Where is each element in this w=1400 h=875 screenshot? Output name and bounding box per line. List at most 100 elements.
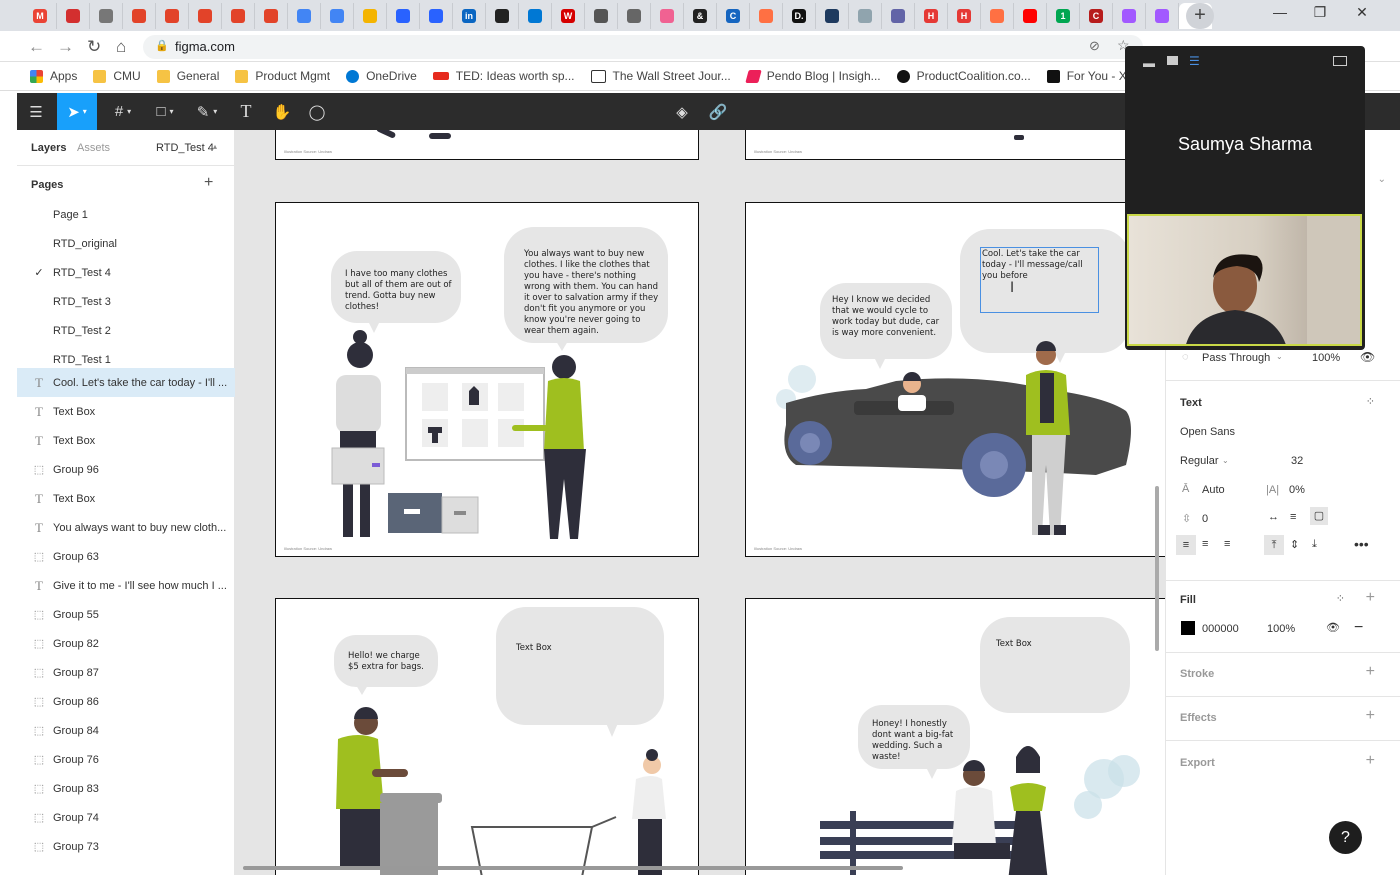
page-item[interactable]: ✓ RTD_Test 4 — [17, 258, 235, 287]
bookmark-wsj[interactable]: The Wall Street Jour... — [590, 69, 731, 83]
bookmark-productcoalition[interactable]: ProductCoalition.co... — [896, 69, 1031, 83]
browser-tab[interactable]: C — [717, 3, 750, 29]
restore-icon[interactable]: ❐ — [1300, 4, 1340, 21]
chevron-down-icon[interactable]: ⌄ — [1222, 456, 1229, 465]
page-item[interactable]: RTD_Test 2 — [17, 316, 235, 345]
bookmark-cmu[interactable]: CMU — [93, 69, 141, 83]
chevron-down-icon[interactable]: ⌄ — [1276, 352, 1283, 361]
layer-item[interactable]: T Text Box — [17, 484, 235, 513]
pen-tool-icon[interactable]: ✎ ▾ — [187, 93, 227, 130]
frame-bags[interactable]: Hello! we charge $5 extra for bags. Text… — [275, 598, 699, 875]
align-bottom-icon[interactable]: ⤓ — [1312, 538, 1317, 551]
new-tab-button[interactable]: + — [1186, 3, 1214, 29]
layer-item[interactable]: ⬚ Group 83 — [17, 774, 235, 803]
browser-tab[interactable] — [882, 3, 915, 29]
fill-color-swatch[interactable] — [1181, 621, 1195, 635]
layer-item[interactable]: ⬚ Group 55 — [17, 600, 235, 629]
page-item[interactable]: Page 1 — [17, 200, 235, 229]
layout-icon[interactable]: ☰ — [1189, 54, 1200, 68]
canvas[interactable]: Illustration Source: Undraw Illustration… — [235, 130, 1165, 875]
canvas-horizontal-scrollbar[interactable] — [243, 866, 903, 870]
home-icon[interactable]: ⌂ — [116, 37, 126, 57]
fill-visibility-eye-icon[interactable]: 👁 — [1326, 621, 1340, 634]
layer-item[interactable]: ⬚ Group 63 — [17, 542, 235, 571]
bookmark-apps[interactable]: Apps — [30, 69, 77, 83]
browser-tab[interactable] — [618, 3, 651, 29]
browser-tab[interactable] — [288, 3, 321, 29]
fill-opacity-input[interactable]: 100% — [1267, 623, 1295, 635]
tab-layers[interactable]: Layers — [31, 142, 66, 154]
layer-item[interactable]: ⬚ Group 82 — [17, 629, 235, 658]
browser-tab[interactable] — [519, 3, 552, 29]
font-weight-dropdown[interactable]: Regular — [1180, 455, 1219, 467]
browser-tab[interactable] — [189, 3, 222, 29]
browser-tab[interactable]: in — [453, 3, 486, 29]
move-tool-icon[interactable]: ➤ ▾ — [57, 93, 97, 130]
minimize-icon[interactable]: — — [1260, 4, 1300, 20]
browser-tab[interactable] — [585, 3, 618, 29]
expand-video-icon[interactable] — [1333, 56, 1347, 66]
browser-tab[interactable]: D. — [783, 3, 816, 29]
layer-item[interactable]: T Give it to me - I'll see how much I ... — [17, 571, 235, 600]
font-family-dropdown[interactable]: Open Sans — [1180, 426, 1235, 438]
page-item[interactable]: RTD_Test 3 — [17, 287, 235, 316]
browser-tab[interactable] — [420, 3, 453, 29]
layer-item[interactable]: ⬚ Group 76 — [17, 745, 235, 774]
browser-tab[interactable] — [651, 3, 684, 29]
browser-tab[interactable] — [750, 3, 783, 29]
browser-tab[interactable] — [486, 3, 519, 29]
bookmark-product-mgmt[interactable]: Product Mgmt — [235, 69, 330, 83]
blend-mode-dropdown[interactable]: Pass Through — [1202, 352, 1270, 364]
video-call-overlay[interactable]: ▬ ☰ Saumya Sharma — [1125, 46, 1365, 350]
bookmark-onedrive[interactable]: OneDrive — [346, 69, 417, 83]
frame-top-left[interactable]: Illustration Source: Undraw — [275, 130, 699, 160]
bookmark-ted[interactable]: TED: Ideas worth sp... — [432, 69, 575, 83]
add-export-icon[interactable]: + — [1366, 752, 1375, 770]
visibility-eye-icon[interactable]: 👁 — [1360, 350, 1375, 364]
help-button[interactable]: ? — [1329, 821, 1362, 854]
chevron-down-icon[interactable]: ⌄ — [1378, 174, 1386, 185]
fixed-size-icon[interactable]: ▢ — [1310, 507, 1328, 525]
hamburger-menu-icon[interactable]: ☰ — [19, 93, 53, 130]
layer-item[interactable]: ⬚ Group 74 — [17, 803, 235, 832]
layer-item[interactable]: T Text Box — [17, 426, 235, 455]
canvas-vertical-scrollbar[interactable] — [1155, 486, 1159, 651]
align-left-icon[interactable]: ≡ — [1176, 535, 1196, 555]
browser-tab[interactable]: H — [915, 3, 948, 29]
browser-tab[interactable] — [849, 3, 882, 29]
letter-spacing-input[interactable]: 0% — [1289, 484, 1305, 496]
browser-tab[interactable] — [1113, 3, 1146, 29]
layer-item[interactable]: ⬚ Group 86 — [17, 687, 235, 716]
page-dropdown[interactable]: RTD_Test 4 — [156, 142, 214, 154]
browser-tab[interactable]: 1 — [1047, 3, 1080, 29]
layer-item[interactable]: T Cool. Let's take the car today - I'll .… — [17, 368, 235, 397]
frame-top-right[interactable]: Illustration Source: Undraw — [745, 130, 1165, 160]
browser-tab[interactable] — [321, 3, 354, 29]
more-options-icon[interactable]: ••• — [1354, 536, 1369, 552]
page-item[interactable]: RTD_original — [17, 229, 235, 258]
align-middle-icon[interactable]: ⇕ — [1290, 538, 1299, 551]
frame-clothes[interactable]: I have too many clothes but all of them … — [275, 202, 699, 557]
fill-hex-input[interactable]: 000000 — [1202, 623, 1239, 635]
browser-tab[interactable] — [255, 3, 288, 29]
layer-item[interactable]: ⬚ Group 84 — [17, 716, 235, 745]
browser-tab[interactable] — [816, 3, 849, 29]
minimize-video-icon[interactable]: ▬ — [1143, 56, 1155, 70]
layer-item[interactable]: ⬚ Group 73 — [17, 832, 235, 861]
browser-tab[interactable] — [387, 3, 420, 29]
bookmark-pendo[interactable]: Pendo Blog | Insigh... — [745, 69, 881, 83]
auto-height-icon[interactable]: ≡ — [1290, 511, 1296, 523]
layer-item[interactable]: ⬚ Group 87 — [17, 658, 235, 687]
browser-tab[interactable] — [222, 3, 255, 29]
add-fill-icon[interactable]: + — [1366, 589, 1375, 607]
browser-tab[interactable]: W — [552, 3, 585, 29]
eye-slash-icon[interactable]: ⊘ — [1089, 38, 1100, 54]
text-styles-grid-icon[interactable]: ⁘ — [1366, 395, 1375, 408]
layer-item[interactable]: T You always want to buy new cloth... — [17, 513, 235, 542]
add-effect-icon[interactable]: + — [1366, 707, 1375, 725]
align-center-icon[interactable]: ≡ — [1202, 538, 1208, 550]
remove-fill-icon[interactable]: − — [1354, 619, 1363, 637]
browser-tab[interactable] — [90, 3, 123, 29]
bookmark-general[interactable]: General — [156, 69, 219, 83]
layer-opacity[interactable]: 100% — [1312, 352, 1340, 364]
